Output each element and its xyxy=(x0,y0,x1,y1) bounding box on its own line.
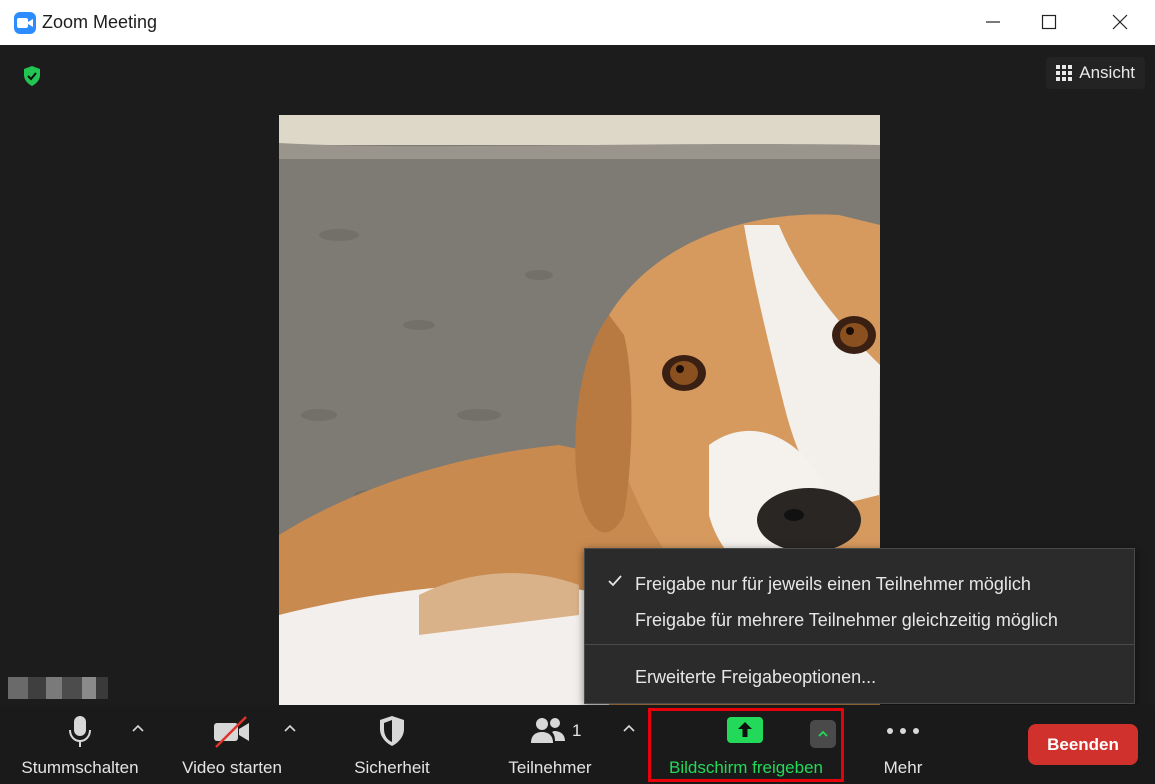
menu-item-label: Erweiterte Freigabeoptionen... xyxy=(635,667,877,687)
chevron-up-icon[interactable] xyxy=(282,721,298,737)
menu-divider xyxy=(585,644,1134,645)
maximize-button[interactable] xyxy=(1021,0,1077,45)
zoom-logo-icon xyxy=(14,12,36,34)
more-dots-icon xyxy=(887,728,919,734)
participants-button[interactable]: 1 Teilnehmer xyxy=(480,705,620,784)
chevron-up-icon[interactable] xyxy=(130,721,146,737)
start-video-label: Video starten xyxy=(182,758,282,777)
minimize-button[interactable] xyxy=(965,0,1021,45)
menu-item-share-multi[interactable]: Freigabe für mehrere Teilnehmer gleichze… xyxy=(585,602,1134,636)
participants-icon xyxy=(531,718,565,743)
video-off-icon xyxy=(214,716,249,748)
more-label: Mehr xyxy=(883,758,923,777)
title-bar: Zoom Meeting xyxy=(0,0,1155,45)
participants-count: 1 xyxy=(572,721,582,740)
view-button[interactable]: Ansicht xyxy=(1046,57,1145,89)
menu-item-label: Freigabe nur für jeweils einen Teilnehme… xyxy=(635,574,1031,594)
participant-name-tag xyxy=(8,677,108,699)
security-label: Sicherheit xyxy=(354,758,430,777)
mute-button[interactable]: Stummschalten xyxy=(10,705,150,784)
menu-item-label: Freigabe für mehrere Teilnehmer gleichze… xyxy=(635,610,1058,630)
checkmark-icon xyxy=(608,575,622,587)
end-meeting-button[interactable]: Beenden xyxy=(1028,724,1138,765)
view-label: Ansicht xyxy=(1079,63,1135,82)
chevron-up-icon[interactable] xyxy=(621,721,637,737)
menu-item-advanced-sharing[interactable]: Erweiterte Freigabeoptionen... xyxy=(585,659,1134,693)
grid-icon xyxy=(1056,65,1073,81)
more-button[interactable]: Mehr xyxy=(860,705,946,784)
share-options-menu: Freigabe nur für jeweils einen Teilnehme… xyxy=(584,548,1135,704)
encryption-shield-icon[interactable] xyxy=(22,65,42,92)
security-button[interactable]: Sicherheit xyxy=(330,705,454,784)
window-title: Zoom Meeting xyxy=(42,12,158,32)
start-video-button[interactable]: Video starten xyxy=(162,705,302,784)
share-highlight-frame xyxy=(648,708,844,782)
mute-label: Stummschalten xyxy=(21,758,139,777)
menu-item-share-single[interactable]: Freigabe nur für jeweils einen Teilnehme… xyxy=(585,566,1134,600)
microphone-icon xyxy=(69,716,91,747)
participants-label: Teilnehmer xyxy=(508,758,592,777)
meeting-toolbar: Stummschalten Video starten Sicherheit 1… xyxy=(0,705,1155,784)
close-button[interactable] xyxy=(1092,0,1148,45)
security-shield-icon xyxy=(380,716,404,746)
